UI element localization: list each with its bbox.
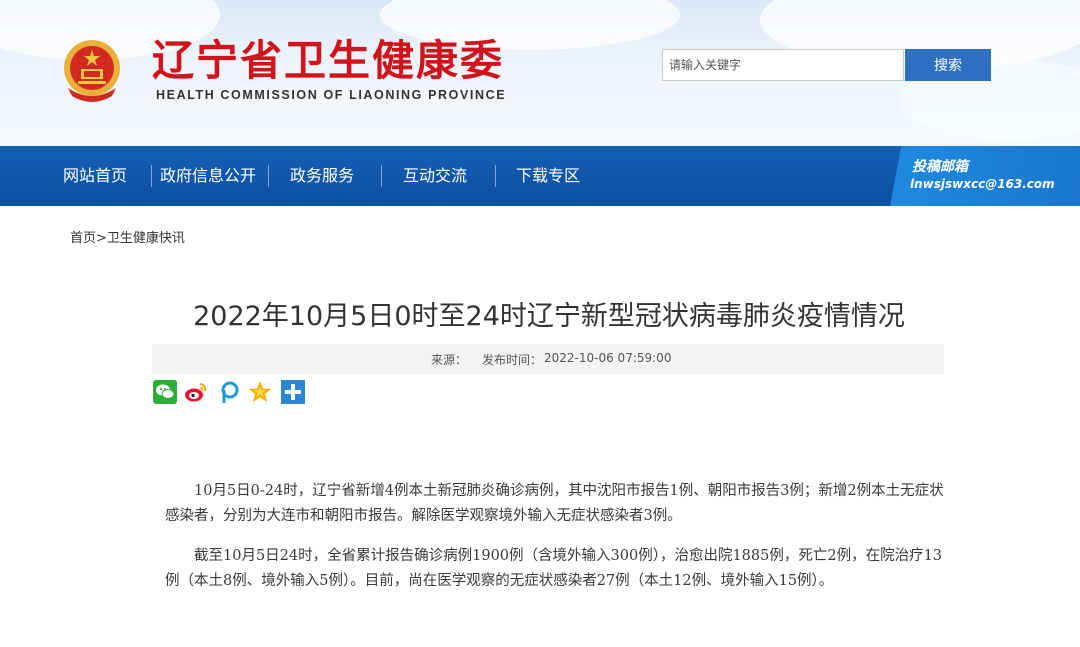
search-button[interactable]: 搜索 [905,49,991,81]
site-subtitle: HEALTH COMMISSION OF LIAONING PROVINCE [156,88,507,102]
nav-item-services[interactable]: 政务服务 [290,146,354,206]
article-paragraph: 截至10月5日24时，全省累计报告确诊病例1900例（含境外输入300例），治愈… [165,548,943,589]
header-banner: 辽宁省卫生健康委 HEALTH COMMISSION OF LIAONING P… [0,0,1080,146]
mailbox-address[interactable]: lnwsjswxcc@163.com [910,177,1055,191]
national-emblem-icon [64,40,120,102]
breadcrumb-home[interactable]: 首页 [70,231,96,246]
star-icon[interactable] [248,380,272,404]
site-title: 辽宁省卫生健康委 [152,36,505,85]
nav-item-home[interactable]: 网站首页 [63,146,127,206]
publish-label: 发布时间： [482,353,543,367]
nav-item-downloads[interactable]: 下载专区 [516,146,580,206]
nav-item-interaction[interactable]: 互动交流 [403,146,467,206]
p-share-icon[interactable] [217,380,241,404]
weibo-icon[interactable] [184,380,208,404]
source-label: 来源： [431,353,468,367]
breadcrumb-separator: > [96,231,107,246]
mailbox-label: 投稿邮箱 [912,159,968,175]
search-input[interactable] [662,49,904,81]
nav-divider [268,165,269,187]
breadcrumb: 首页>卫生健康快讯 [70,227,185,246]
article-title: 2022年10月5日0时至24时辽宁新型冠状病毒肺炎疫情情况 [193,301,905,332]
plus-icon[interactable] [281,380,305,404]
breadcrumb-section[interactable]: 卫生健康快讯 [107,231,185,246]
nav-item-gov-info[interactable]: 政府信息公开 [160,146,256,206]
wechat-icon[interactable] [153,380,177,404]
nav-divider [151,165,152,187]
page: 辽宁省卫生健康委 HEALTH COMMISSION OF LIAONING P… [0,0,1080,647]
nav-divider [495,165,496,187]
article-paragraph: 10月5日0-24时，辽宁省新增4例本土新冠肺炎确诊病例，其中沈阳市报告1例、朝… [165,483,944,524]
publish-time: 2022-10-06 07:59:00 [544,351,672,365]
submission-mailbox[interactable] [890,146,1080,206]
nav-divider [381,165,382,187]
